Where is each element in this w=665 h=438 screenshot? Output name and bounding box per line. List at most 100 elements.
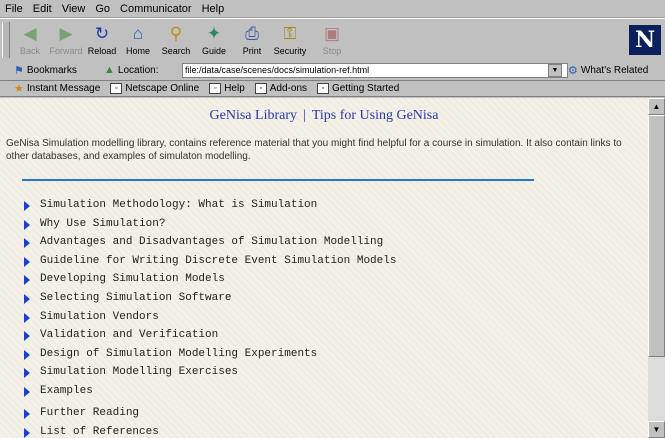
bullet-arrow-icon [24,331,30,342]
bullet-arrow-icon [24,386,30,397]
menu-go[interactable]: Go [90,3,115,15]
instant-message-label: Instant Message [26,83,101,94]
topic-label: Guideline for Writing Discrete Event Sim… [40,254,397,267]
instant-message-button[interactable]: ★ Instant Message [14,82,100,95]
home-button[interactable]: ⌂ Home [118,22,158,59]
topic-link[interactable]: Advantages and Disadvantages of Simulati… [22,233,396,252]
topic-label: Why Use Simulation? [40,217,166,230]
print-icon: ⎙ [245,24,259,43]
reload-button-label: Reload [87,46,117,56]
netscape-logo[interactable]: N [629,25,661,55]
location-toolbar: ⚑ Bookmarks ▲ Location: file:/data/case/… [0,61,665,81]
forward-button-label: Forward [49,46,83,56]
topic-link[interactable]: Why Use Simulation? [22,215,396,234]
help-link-label: Help [224,83,245,94]
bullet-arrow-icon [24,201,30,211]
stop-button[interactable]: ▣ Stop [312,22,352,59]
further-topic-list: Further Reading List of References [22,404,159,438]
topic-link[interactable]: List of References [22,423,159,438]
home-button-label: Home [125,46,150,56]
topic-label: Advantages and Disadvantages of Simulati… [40,236,384,249]
page-content: GeNisa Library | Tips for Using GeNisa GeN… [0,98,648,438]
security-button-label: Security [273,46,307,56]
location-label-text: Location: [117,64,159,76]
bullet-arrow-icon [24,409,30,419]
back-button[interactable]: ◀ Back [10,22,50,59]
back-button-label: Back [19,46,40,56]
bookmark-page-icon: ▫ [209,83,222,94]
bullet-arrow-icon [24,238,30,249]
topic-link[interactable]: Validation and Verification [22,326,396,345]
vertical-scrollbar[interactable]: ▲ ▼ [648,98,665,438]
topic-link[interactable]: Examples [22,382,396,401]
topic-label: Further Reading [40,407,140,419]
url-input[interactable]: file:/data/case/scenes/docs/simulation-r… [182,63,568,78]
bookmark-page-icon: ▫ [317,83,330,94]
instant-message-icon: ★ [14,83,24,95]
topic-label: Simulation Methodology: What is Simulati… [40,199,318,211]
topic-link[interactable]: Developing Simulation Models [22,270,396,289]
intro-paragraph: GeNisa Simulation modelling library, con… [6,138,622,162]
back-arrow-icon: ◀ [23,24,37,43]
getting-started-button[interactable]: ▫ Getting Started [317,83,399,94]
print-button[interactable]: ⎙ Print [232,22,272,59]
bookmark-page-icon: ▫ [254,83,267,94]
topic-label: List of References [40,426,159,438]
security-lock-icon: ⚿ [283,24,297,43]
topic-list: Simulation Methodology: What is Simulati… [22,196,396,401]
topic-link[interactable]: Design of Simulation Modelling Experimen… [22,345,396,364]
topic-link[interactable]: Further Reading [22,404,159,423]
menu-edit[interactable]: Edit [28,3,57,15]
personal-toolbar: ★ Instant Message ▫ Netscape Online ▫ He… [0,81,665,97]
bullet-arrow-icon [24,219,30,230]
bullet-arrow-icon [24,256,30,267]
tips-title-link[interactable]: Tips for Using GeNisa [312,108,439,123]
topic-label: Simulation Vendors [40,310,159,323]
forward-button[interactable]: ▶ Forward [46,22,86,59]
netscape-online-label: Netscape Online [125,83,200,94]
topic-link[interactable]: Simulation Methodology: What is Simulati… [22,196,396,215]
guide-button[interactable]: ✦ Guide [194,22,234,59]
library-title-link[interactable]: GeNisa Library [210,108,297,123]
bullet-arrow-icon [24,312,30,323]
whats-related-button[interactable]: ⚙ What's Related [568,64,648,77]
bookmarks-button[interactable]: ⚑ Bookmarks [14,64,77,77]
print-button-label: Print [242,46,262,56]
stop-button-label: Stop [322,46,342,56]
scroll-down-arrow-icon[interactable]: ▼ [648,421,665,438]
topic-link[interactable]: Guideline for Writing Discrete Event Sim… [22,252,396,271]
topic-label: Design of Simulation Modelling Experimen… [40,347,318,360]
url-history-dropdown-icon[interactable]: ▼ [548,64,562,77]
topic-label: Selecting Simulation Software [40,291,232,304]
page-proxy-icon[interactable]: ▲ [104,64,115,76]
menu-help[interactable]: Help [197,3,230,15]
menu-file[interactable]: File [0,3,28,15]
topic-link[interactable]: Simulation Vendors [22,308,396,327]
addons-button[interactable]: ▫ Add-ons [254,83,308,94]
forward-arrow-icon: ▶ [59,24,73,43]
menu-view[interactable]: View [57,3,91,15]
navigation-toolbar: ◀ Back ▶ Forward ↻ Reload ⌂ Home ⚲ Searc… [0,18,665,62]
help-link-button[interactable]: ▫ Help [209,83,245,94]
topic-label: Simulation Modelling Exercises [40,366,239,379]
topic-link[interactable]: Simulation Modelling Exercises [22,363,396,382]
search-button[interactable]: ⚲ Search [156,22,196,59]
scrollbar-thumb[interactable] [648,115,665,357]
reload-button[interactable]: ↻ Reload [82,22,122,59]
bullet-arrow-icon [24,293,30,304]
topic-label: Developing Simulation Models [40,273,225,286]
bullet-arrow-icon [24,275,30,286]
security-button[interactable]: ⚿ Security [270,22,310,59]
stop-icon: ▣ [323,24,341,43]
getting-started-label: Getting Started [332,83,400,94]
bookmarks-icon: ⚑ [14,65,24,77]
menu-communicator[interactable]: Communicator [115,3,197,15]
topic-link[interactable]: Selecting Simulation Software [22,289,396,308]
menu-bar: File Edit View Go Communicator Help [0,0,665,18]
toolbar-grip-handle[interactable] [2,22,10,58]
scroll-up-arrow-icon[interactable]: ▲ [648,98,665,115]
addons-label: Add-ons [269,83,308,94]
bullet-arrow-icon [24,428,30,438]
location-label: ▲ Location: [104,64,158,76]
netscape-online-button[interactable]: ▫ Netscape Online [110,83,199,94]
